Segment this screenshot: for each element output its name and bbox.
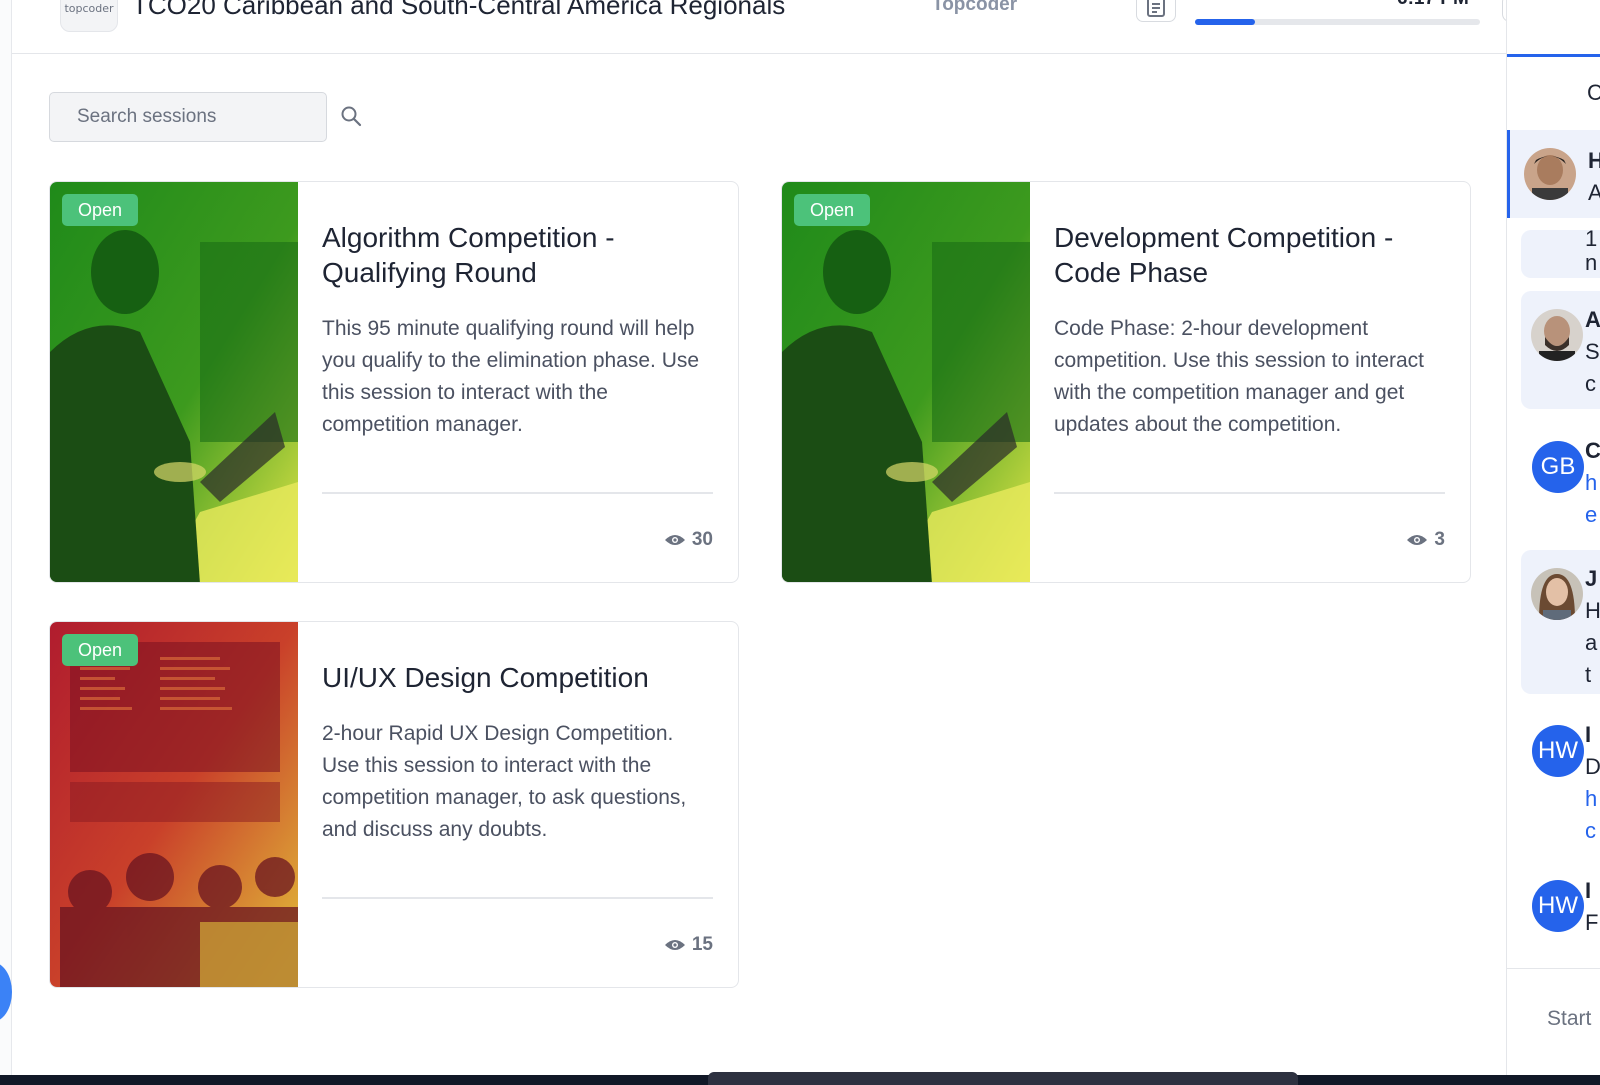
avatar: HW — [1532, 725, 1584, 777]
chat-item[interactable]: 1 n — [1521, 226, 1600, 278]
search-sessions-box — [49, 92, 362, 142]
chat-item-line: A — [1588, 180, 1600, 205]
document-icon — [1147, 0, 1165, 17]
event-progress-fill — [1195, 19, 1255, 25]
session-image: Open — [50, 182, 298, 582]
session-image: Open — [50, 622, 298, 987]
chat-item-line: S — [1585, 339, 1600, 364]
eye-icon — [1407, 535, 1428, 545]
session-description: Code Phase: 2-hour development competiti… — [1054, 317, 1425, 436]
chat-item[interactable]: H A — [1507, 130, 1600, 218]
session-title[interactable]: Development Competition - Code Phase — [1054, 220, 1445, 290]
event-time: 6:17 PM — [1397, 0, 1469, 10]
search-icon[interactable] — [340, 105, 362, 127]
status-badge: Open — [62, 194, 139, 226]
avatar — [1531, 568, 1583, 620]
left-edge-strip — [0, 0, 12, 1075]
event-progress-bar — [1195, 19, 1480, 25]
chat-item-line: n — [1585, 250, 1598, 275]
session-card[interactable]: Open UI/UX Design Competition 2-hour Rap… — [49, 621, 739, 988]
chat-item-line: c — [1585, 371, 1596, 396]
chat-item-line: H — [1585, 598, 1600, 623]
chat-item-line: C — [1585, 438, 1600, 463]
session-title[interactable]: Algorithm Competition - Qualifying Round — [322, 220, 713, 290]
view-count-value: 30 — [691, 529, 713, 550]
chat-item-line: I — [1585, 722, 1592, 747]
session-description: 2-hour Rapid UX Design Competition. Use … — [322, 722, 687, 841]
session-content: Algorithm Competition - Qualifying Round… — [322, 182, 713, 582]
card-divider — [322, 897, 713, 899]
logo-text: topcoder — [64, 2, 114, 15]
start-chat-button[interactable]: Start — [1547, 1007, 1591, 1031]
eye-icon — [664, 940, 685, 950]
chat-item-link[interactable]: e — [1585, 502, 1597, 528]
chat-item-line: F — [1585, 910, 1599, 935]
view-count-value: 15 — [691, 934, 713, 955]
chat-item[interactable]: A S c — [1521, 291, 1600, 409]
card-divider — [322, 492, 713, 494]
session-content: Development Competition - Code Phase Cod… — [1054, 182, 1445, 582]
event-header: topcoder TCO20 Caribbean and South-Centr… — [12, 0, 1538, 54]
chat-item-line: 1 — [1585, 226, 1598, 251]
avatar — [1524, 148, 1576, 200]
chat-footer-divider — [1507, 968, 1600, 969]
session-content: UI/UX Design Competition 2-hour Rapid UX… — [322, 622, 713, 987]
chat-item-link[interactable]: h — [1585, 470, 1597, 496]
card-divider — [1054, 492, 1445, 494]
chat-item[interactable]: J H a t — [1521, 550, 1600, 694]
avatar — [1531, 309, 1583, 361]
organizer-name[interactable]: Topcoder — [932, 0, 1017, 16]
view-count-value: 3 — [1434, 529, 1445, 550]
view-count: 3 — [1406, 529, 1445, 551]
notes-button[interactable] — [1136, 0, 1176, 22]
session-card[interactable]: Open Algorithm Competition - Qualifying … — [49, 181, 739, 583]
avatar: GB — [1532, 441, 1584, 493]
search-input[interactable] — [50, 93, 280, 141]
status-badge: Open — [794, 194, 871, 226]
view-count: 30 — [664, 529, 713, 551]
chat-item-line: I — [1585, 878, 1592, 903]
session-card[interactable]: Open Development Competition - Code Phas… — [781, 181, 1471, 583]
chat-item-link[interactable]: c — [1585, 818, 1596, 844]
status-badge: Open — [62, 634, 139, 666]
chat-panel: C H A 1 n A S c GB C h e J H a t HW I D … — [1506, 0, 1600, 1075]
session-description: This 95 minute qualifying round will hel… — [322, 317, 700, 436]
chat-item-line: D — [1585, 754, 1600, 779]
avatar: HW — [1532, 880, 1584, 932]
event-title: TCO20 Caribbean and South-Central Americ… — [132, 0, 786, 20]
chat-item-line: t — [1585, 662, 1592, 687]
chat-tab-indicator — [1507, 54, 1600, 57]
screen-share-dock — [708, 1072, 1298, 1085]
view-count: 15 — [664, 934, 713, 956]
chat-item-link[interactable]: h — [1585, 786, 1597, 812]
chat-item-line: a — [1585, 630, 1598, 655]
chat-item-line: J — [1585, 566, 1598, 591]
session-image: Open — [782, 182, 1030, 582]
session-title[interactable]: UI/UX Design Competition — [322, 660, 713, 695]
event-logo: topcoder — [60, 0, 118, 32]
chat-tab-label[interactable]: C — [1587, 80, 1600, 106]
chat-item-line: A — [1585, 307, 1600, 332]
chat-item-line: H — [1588, 148, 1600, 173]
eye-icon — [664, 535, 685, 545]
